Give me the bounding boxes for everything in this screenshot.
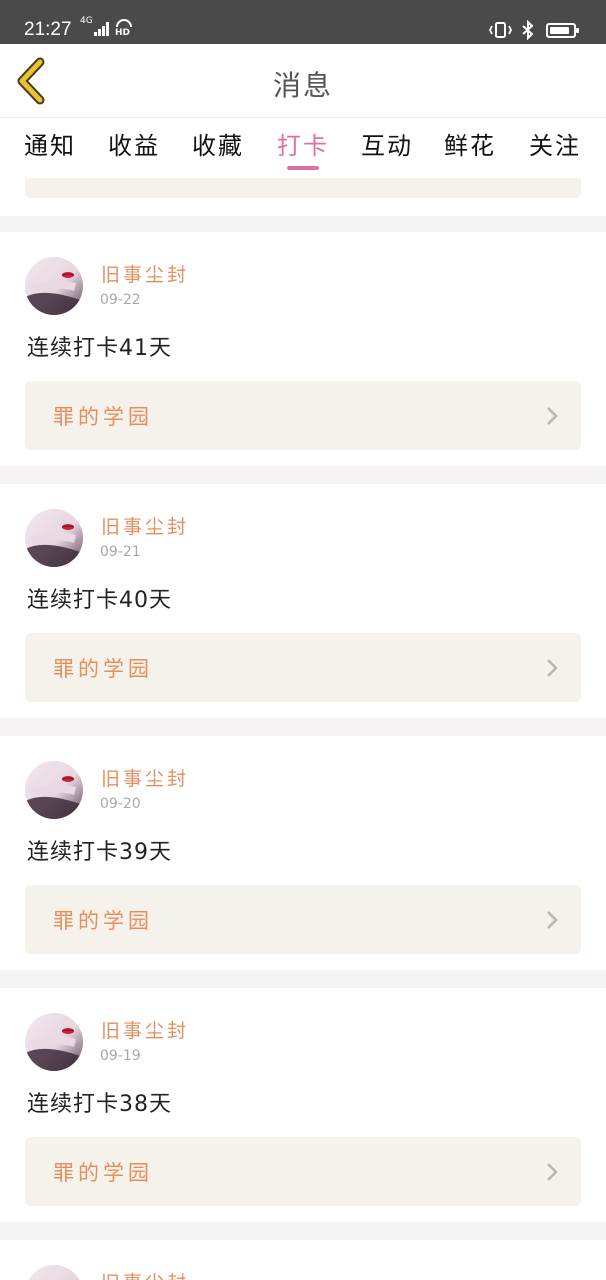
book-title: 罪的学园 xyxy=(53,405,153,429)
username[interactable]: 旧事尘封 xyxy=(101,1268,189,1280)
book-link[interactable]: 罪的学园 xyxy=(25,1137,581,1206)
list-item: 旧事尘封 09-20 连续打卡39天 罪的学园 xyxy=(0,736,606,970)
list-item: 旧事尘封 09-19 连续打卡38天 罪的学园 xyxy=(0,988,606,1222)
active-tab-indicator xyxy=(287,166,319,170)
book-title: 罪的学园 xyxy=(53,1161,153,1185)
avatar[interactable] xyxy=(25,509,83,567)
checkin-text: 连续打卡41天 xyxy=(27,336,172,361)
app-header: 消息 xyxy=(0,44,606,118)
tab-earnings[interactable]: 收益 xyxy=(108,126,160,172)
checkin-feed[interactable]: 旧事尘封 09-22 连续打卡41天 罪的学园 旧事尘封 09-21 连续打卡4… xyxy=(0,178,606,1280)
chevron-right-icon xyxy=(547,911,558,929)
tab-following[interactable]: 关注 xyxy=(529,126,581,172)
chevron-right-icon xyxy=(547,1163,558,1181)
checkin-text: 连续打卡38天 xyxy=(27,1092,172,1117)
tab-flowers[interactable]: 鲜花 xyxy=(444,126,496,172)
username[interactable]: 旧事尘封 xyxy=(101,260,189,287)
signal-icon xyxy=(94,22,110,36)
vibrate-icon xyxy=(488,20,514,40)
network-type: 4G xyxy=(80,16,93,26)
avatar[interactable] xyxy=(25,1265,83,1280)
page-title: 消息 xyxy=(272,69,333,102)
list-item: 旧事尘封 09-22 连续打卡41天 罪的学园 xyxy=(0,232,606,466)
list-item xyxy=(0,178,606,216)
status-bar: 21:27 4G HD xyxy=(0,0,606,44)
chevron-right-icon xyxy=(547,407,558,425)
username[interactable]: 旧事尘封 xyxy=(101,512,189,539)
chevron-right-icon xyxy=(547,659,558,677)
book-title: 罪的学园 xyxy=(53,657,153,681)
status-time: 21:27 xyxy=(24,19,72,40)
book-title: 罪的学园 xyxy=(53,909,153,933)
post-date: 09-19 xyxy=(100,1048,141,1064)
username[interactable]: 旧事尘封 xyxy=(101,764,189,791)
checkin-text: 连续打卡40天 xyxy=(27,588,172,613)
checkin-text: 连续打卡39天 xyxy=(27,840,172,865)
avatar[interactable] xyxy=(25,1013,83,1071)
post-date: 09-21 xyxy=(100,544,141,560)
bluetooth-icon xyxy=(520,19,536,41)
tab-notifications[interactable]: 通知 xyxy=(24,126,76,172)
list-item: 旧事尘封 xyxy=(0,1240,606,1280)
avatar[interactable] xyxy=(25,257,83,315)
link-box[interactable] xyxy=(25,178,581,198)
book-link[interactable]: 罪的学园 xyxy=(25,381,581,450)
battery-icon xyxy=(546,23,579,38)
hd-call-icon: HD xyxy=(115,18,133,38)
post-date: 09-20 xyxy=(100,796,141,812)
tab-favorites[interactable]: 收藏 xyxy=(192,126,244,172)
avatar[interactable] xyxy=(25,761,83,819)
username[interactable]: 旧事尘封 xyxy=(101,1016,189,1043)
book-link[interactable]: 罪的学园 xyxy=(25,885,581,954)
tab-bar: 通知 收益 收藏 打卡 互动 鲜花 关注 xyxy=(0,118,606,178)
list-item: 旧事尘封 09-21 连续打卡40天 罪的学园 xyxy=(0,484,606,718)
post-date: 09-22 xyxy=(100,292,141,308)
tab-interactions[interactable]: 互动 xyxy=(361,126,413,172)
book-link[interactable]: 罪的学园 xyxy=(25,633,581,702)
tab-checkin[interactable]: 打卡 xyxy=(277,126,329,172)
